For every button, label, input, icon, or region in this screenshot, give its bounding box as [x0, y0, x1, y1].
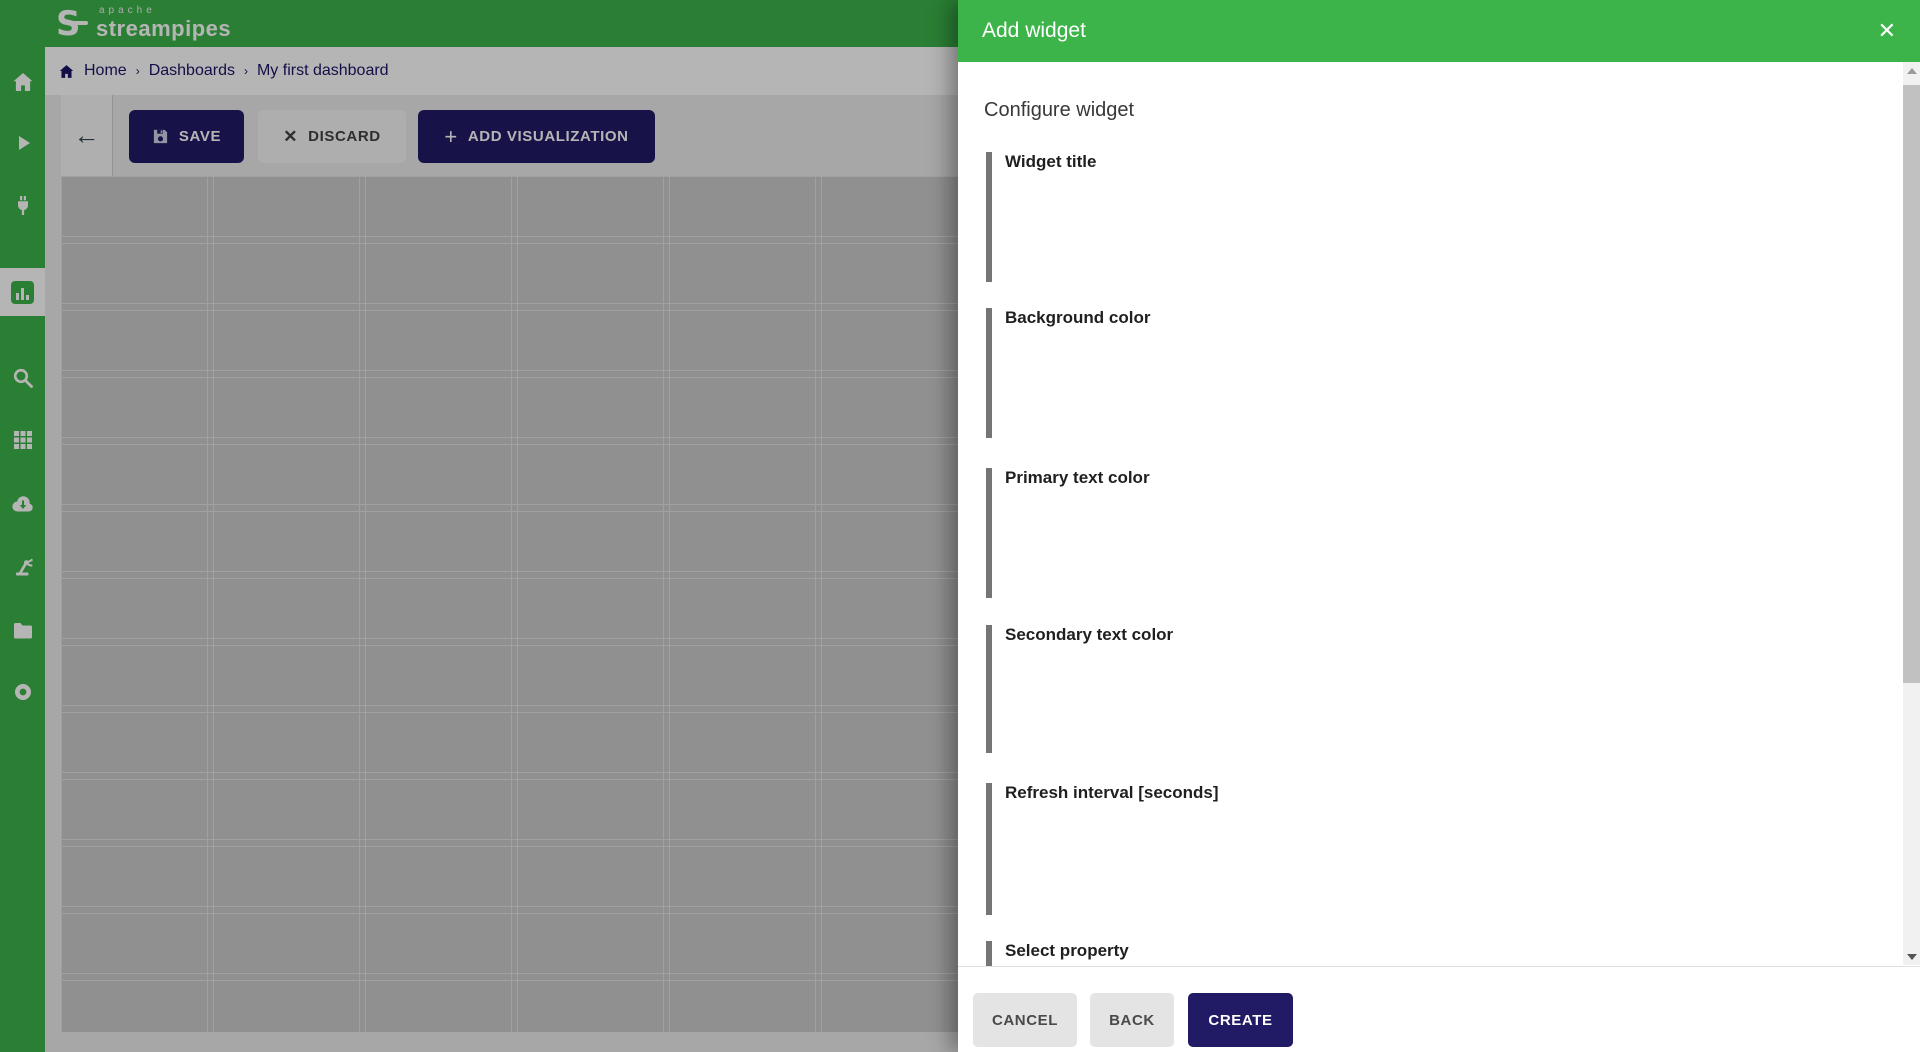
section-title: Secondary text color [1005, 625, 1842, 645]
scrollbar-up-arrow-icon[interactable] [1903, 62, 1920, 79]
close-icon[interactable]: ✕ [1878, 20, 1896, 42]
scrollbar-thumb[interactable] [1903, 85, 1920, 683]
section-title: Refresh interval [seconds] [1005, 783, 1842, 803]
add-widget-dialog: Add widget ✕ Configure widget Widget tit… [958, 0, 1920, 1052]
refresh-interval-section: Refresh interval [seconds] [986, 783, 1842, 915]
secondary-text-color-section: Secondary text color [986, 625, 1842, 753]
configure-widget-heading: Configure widget [984, 99, 1134, 122]
section-title: Background color [1005, 308, 1842, 328]
cancel-button[interactable]: CANCEL [973, 993, 1077, 1047]
primary-text-color-section: Primary text color [986, 468, 1842, 598]
section-title: Widget title [1005, 152, 1842, 172]
background-color-section: Background color [986, 308, 1842, 438]
dialog-title: Add widget [982, 19, 1086, 43]
widget-title-section: Widget title [986, 152, 1842, 282]
section-title: Primary text color [1005, 468, 1842, 488]
create-button[interactable]: CREATE [1188, 993, 1293, 1047]
back-button-dialog[interactable]: BACK [1090, 993, 1174, 1047]
scrollbar-down-arrow-icon[interactable] [1903, 948, 1920, 965]
select-property-section: Select property [986, 941, 1842, 966]
dialog-scrollbar[interactable] [1903, 62, 1920, 965]
dialog-footer: CANCEL BACK CREATE [958, 966, 1920, 1052]
dialog-header: Add widget ✕ [958, 0, 1920, 62]
section-title: Select property [1005, 941, 1842, 961]
